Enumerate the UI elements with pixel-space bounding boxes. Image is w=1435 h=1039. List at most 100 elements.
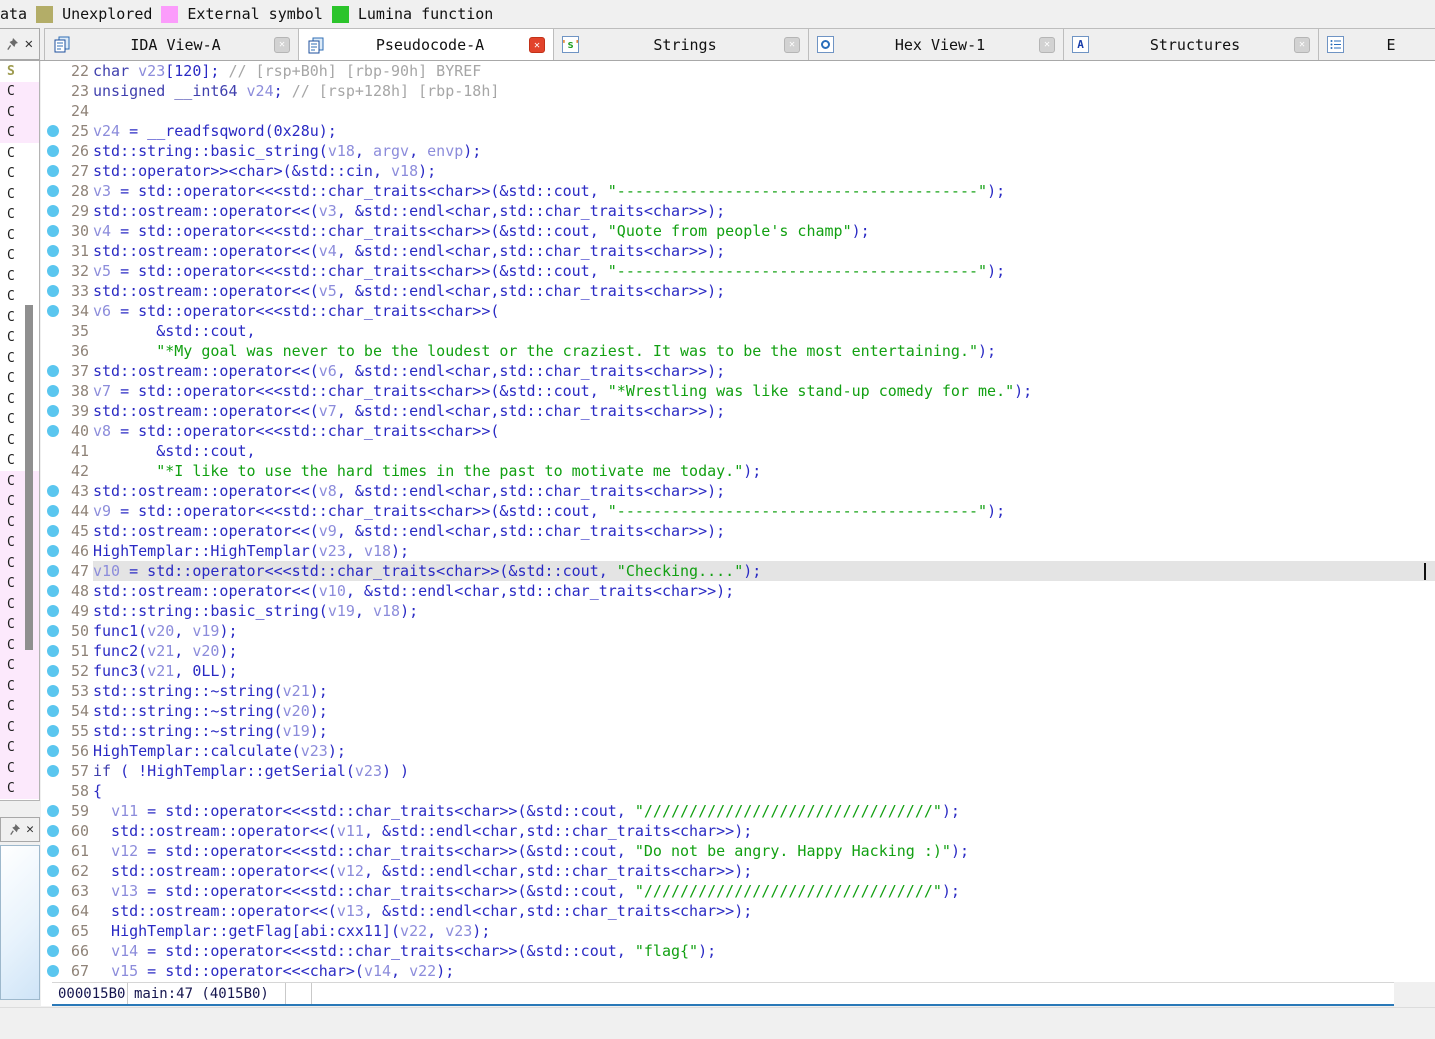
function-list-item[interactable]: C xyxy=(0,655,39,676)
address-dot-icon[interactable] xyxy=(47,265,59,277)
code-text[interactable]: std::string::basic_string(v19, v18); xyxy=(93,601,1435,621)
function-list-item[interactable]: C xyxy=(0,532,39,553)
code-line-25[interactable]: 25 v24 = __readfsqword(0x28u); xyxy=(41,121,1435,141)
code-line-35[interactable]: 35 &std::cout, xyxy=(41,321,1435,341)
function-list-item[interactable]: C xyxy=(0,287,39,308)
address-dot-icon[interactable] xyxy=(47,145,59,157)
code-text[interactable]: v11 = std::operator<<<std::char_traits<c… xyxy=(93,801,1435,821)
code-line-44[interactable]: 44 v9 = std::operator<<<std::char_traits<… xyxy=(41,501,1435,521)
code-text[interactable]: std::ostream::operator<<(v6, &std::endl<… xyxy=(93,361,1435,381)
address-dot-icon[interactable] xyxy=(47,685,59,697)
code-text[interactable]: std::ostream::operator<<(v12, &std::endl… xyxy=(93,861,1435,881)
address-dot-icon[interactable] xyxy=(47,545,59,557)
address-dot-icon[interactable] xyxy=(47,365,59,377)
code-text[interactable]: { xyxy=(93,781,1435,801)
code-text[interactable]: v14 = std::operator<<<std::char_traits<c… xyxy=(93,941,1435,961)
address-dot-icon[interactable] xyxy=(47,665,59,677)
code-text[interactable]: if ( !HighTemplar::getSerial(v23) ) xyxy=(93,761,1435,781)
address-dot-icon[interactable] xyxy=(47,625,59,637)
pin-icon[interactable] xyxy=(6,37,19,51)
code-line-49[interactable]: 49 std::string::basic_string(v19, v18); xyxy=(41,601,1435,621)
function-list-item[interactable]: C xyxy=(0,594,39,615)
function-list-item[interactable]: C xyxy=(0,758,39,779)
code-text[interactable]: std::operator>><char>(&std::cin, v18); xyxy=(93,161,1435,181)
tab-hex-view-1[interactable]: Hex View-1 ✕ xyxy=(809,28,1064,60)
address-dot-icon[interactable] xyxy=(47,725,59,737)
code-text[interactable]: "*I like to use the hard times in the pa… xyxy=(93,461,1435,481)
code-text[interactable]: func3(v21, 0LL); xyxy=(93,661,1435,681)
code-line-47[interactable]: 47 v10 = std::operator<<<std::char_traits… xyxy=(41,561,1435,581)
function-list-item[interactable]: C xyxy=(0,102,39,123)
code-text[interactable]: func2(v21, v20); xyxy=(93,641,1435,661)
code-text[interactable]: std::ostream::operator<<(v11, &std::endl… xyxy=(93,821,1435,841)
code-line-45[interactable]: 45 std::ostream::operator<<(v9, &std::end… xyxy=(41,521,1435,541)
address-dot-icon[interactable] xyxy=(47,165,59,177)
address-dot-icon[interactable] xyxy=(47,205,59,217)
code-text[interactable]: v24 = __readfsqword(0x28u); xyxy=(93,121,1435,141)
pseudocode-view[interactable]: 22 char v23[120]; // [rsp+B0h] [rbp-90h] … xyxy=(41,61,1435,982)
code-line-54[interactable]: 54 std::string::~string(v20); xyxy=(41,701,1435,721)
code-text[interactable]: "*My goal was never to be the loudest or… xyxy=(93,341,1435,361)
code-line-23[interactable]: 23 unsigned __int64 v24; // [rsp+128h] [r… xyxy=(41,81,1435,101)
code-text[interactable]: std::string::~string(v19); xyxy=(93,721,1435,741)
function-list-item[interactable]: C xyxy=(0,471,39,492)
code-text[interactable]: std::ostream::operator<<(v10, &std::endl… xyxy=(93,581,1435,601)
pin-icon[interactable] xyxy=(10,823,21,836)
code-line-41[interactable]: 41 &std::cout, xyxy=(41,441,1435,461)
function-list-item[interactable]: C xyxy=(0,246,39,267)
tab-close-icon[interactable]: ✕ xyxy=(784,36,800,53)
code-line-53[interactable]: 53 std::string::~string(v21); xyxy=(41,681,1435,701)
function-list-item[interactable]: C xyxy=(0,614,39,635)
code-text[interactable]: std::ostream::operator<<(v4, &std::endl<… xyxy=(93,241,1435,261)
address-dot-icon[interactable] xyxy=(47,285,59,297)
tab-close-icon[interactable]: ✕ xyxy=(1294,36,1310,53)
address-dot-icon[interactable] xyxy=(47,945,59,957)
tab-ida-view-a[interactable]: IDA View-A ✕ xyxy=(44,28,299,60)
address-dot-icon[interactable] xyxy=(47,745,59,757)
function-list-item[interactable]: C xyxy=(0,410,39,431)
code-line-50[interactable]: 50 func1(v20, v19); xyxy=(41,621,1435,641)
code-line-58[interactable]: 58{ xyxy=(41,781,1435,801)
code-line-43[interactable]: 43 std::ostream::operator<<(v8, &std::end… xyxy=(41,481,1435,501)
code-text[interactable]: std::ostream::operator<<(v9, &std::endl<… xyxy=(93,521,1435,541)
address-dot-icon[interactable] xyxy=(47,185,59,197)
code-line-46[interactable]: 46 HighTemplar::HighTemplar(v23, v18); xyxy=(41,541,1435,561)
code-line-26[interactable]: 26 std::string::basic_string(v18, argv, e… xyxy=(41,141,1435,161)
function-list-item[interactable]: C xyxy=(0,389,39,410)
function-list-item[interactable]: C xyxy=(0,635,39,656)
address-dot-icon[interactable] xyxy=(47,585,59,597)
function-list-item[interactable]: C xyxy=(0,143,39,164)
code-line-61[interactable]: 61 v12 = std::operator<<<std::char_trait… xyxy=(41,841,1435,861)
code-text[interactable]: v15 = std::operator<<<char>(v14, v22); xyxy=(93,961,1435,981)
function-list-item[interactable]: C xyxy=(0,676,39,697)
address-dot-icon[interactable] xyxy=(47,485,59,497)
address-dot-icon[interactable] xyxy=(47,705,59,717)
code-line-64[interactable]: 64 std::ostream::operator<<(v13, &std::e… xyxy=(41,901,1435,921)
function-list-item[interactable]: C xyxy=(0,266,39,287)
code-text[interactable]: HighTemplar::calculate(v23); xyxy=(93,741,1435,761)
address-dot-icon[interactable] xyxy=(47,565,59,577)
address-dot-icon[interactable] xyxy=(47,845,59,857)
code-text[interactable] xyxy=(93,101,1435,121)
address-dot-icon[interactable] xyxy=(47,125,59,137)
code-text[interactable]: std::string::basic_string(v18, argv, env… xyxy=(93,141,1435,161)
code-text[interactable]: v6 = std::operator<<<std::char_traits<ch… xyxy=(93,301,1435,321)
graph-overview-panel[interactable] xyxy=(0,845,40,1000)
code-text[interactable]: std::string::~string(v21); xyxy=(93,681,1435,701)
code-line-28[interactable]: 28 v3 = std::operator<<<std::char_traits<… xyxy=(41,181,1435,201)
code-line-36[interactable]: 36 "*My goal was never to be the loudest… xyxy=(41,341,1435,361)
code-text[interactable]: v3 = std::operator<<<std::char_traits<ch… xyxy=(93,181,1435,201)
code-line-31[interactable]: 31 std::ostream::operator<<(v4, &std::end… xyxy=(41,241,1435,261)
code-line-33[interactable]: 33 std::ostream::operator<<(v5, &std::end… xyxy=(41,281,1435,301)
tab-strings[interactable]: ' s ' Strings ✕ xyxy=(554,28,809,60)
code-text[interactable]: v4 = std::operator<<<std::char_traits<ch… xyxy=(93,221,1435,241)
code-text[interactable]: v7 = std::operator<<<std::char_traits<ch… xyxy=(93,381,1435,401)
code-text[interactable]: std::string::~string(v20); xyxy=(93,701,1435,721)
code-text[interactable]: &std::cout, xyxy=(93,441,1435,461)
code-text[interactable]: HighTemplar::getFlag[abi:cxx11](v22, v23… xyxy=(93,921,1435,941)
tab-close-icon[interactable]: ✕ xyxy=(274,36,290,53)
code-line-42[interactable]: 42 "*I like to use the hard times in the… xyxy=(41,461,1435,481)
code-line-51[interactable]: 51 func2(v21, v20); xyxy=(41,641,1435,661)
code-text[interactable]: std::ostream::operator<<(v8, &std::endl<… xyxy=(93,481,1435,501)
code-line-63[interactable]: 63 v13 = std::operator<<<std::char_trait… xyxy=(41,881,1435,901)
